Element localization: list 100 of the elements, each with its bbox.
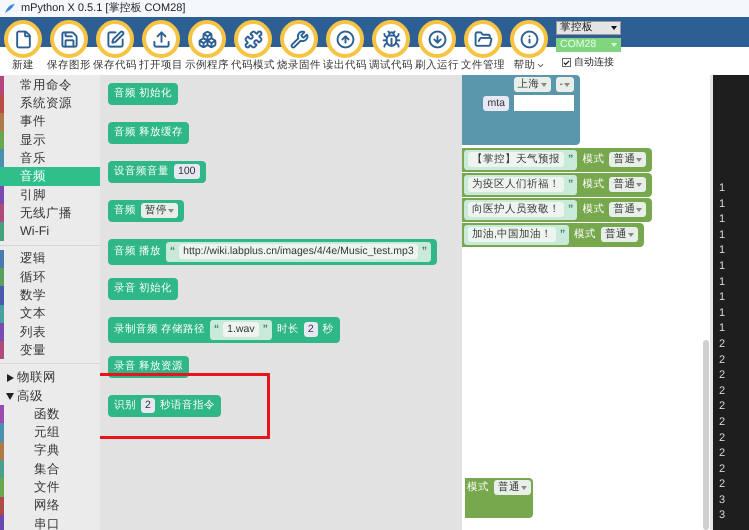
block-label: 模式 <box>574 227 596 242</box>
tree-folder-item[interactable]: 高级 <box>0 386 100 406</box>
category-item[interactable]: 变量 <box>0 341 100 360</box>
category-item[interactable]: 文本 <box>0 304 100 323</box>
category-item[interactable]: 集合 <box>0 460 100 478</box>
code-block[interactable]: 音频 播放 “ http://wiki.labplus.cn/images/4/4e/Music_test.mp3 ” <box>108 239 437 265</box>
number-field[interactable]: 2 <box>141 398 155 414</box>
line-number: 1 <box>719 321 726 336</box>
line-number: 1 <box>719 290 726 306</box>
code-block[interactable]: 【掌控】天气预报 ” 模式 普通 <box>462 148 652 172</box>
category-item[interactable]: 列表 <box>0 322 100 342</box>
dropdown-field[interactable]: 普通 <box>494 480 531 496</box>
text-field[interactable]: 1.wav <box>223 322 259 338</box>
quote-mark: ” <box>262 322 268 337</box>
line-number: 2 <box>719 446 726 462</box>
quote-mark: “ <box>170 244 176 259</box>
category-item[interactable]: 常用命令 <box>0 76 100 94</box>
dropdown-field[interactable]: 普通 <box>609 202 646 218</box>
category-item[interactable]: 循环 <box>0 268 100 286</box>
category-item[interactable]: 网络 <box>0 496 100 515</box>
block-label: 录音 释放资源 <box>114 359 183 374</box>
line-number: 1 <box>719 212 726 228</box>
number-field[interactable]: 100 <box>174 164 200 180</box>
category-item[interactable]: Wi-Fi <box>0 222 100 241</box>
quote-mark: ” <box>568 202 574 217</box>
puzzle-piece-icon <box>244 30 262 48</box>
line-number: 1 <box>719 243 726 258</box>
line-number: 2 <box>719 462 726 477</box>
text-field[interactable]: http://wiki.labplus.cn/images/4/4e/Music_test.mp3 <box>179 244 418 260</box>
block-label: 模式 <box>582 177 604 192</box>
dropdown-arrow-icon <box>611 26 617 30</box>
category-item[interactable]: 函数 <box>0 405 100 424</box>
number-field[interactable]: mta <box>483 96 509 110</box>
number-field[interactable]: 2 <box>304 322 318 338</box>
block-label: 设音频音量 <box>114 164 169 179</box>
scrollbar[interactable] <box>703 340 709 530</box>
category-item[interactable]: 引脚 <box>0 186 100 204</box>
line-number: 1 <box>719 274 726 290</box>
text-field[interactable]: 【掌控】天气预报 <box>468 152 564 168</box>
quote-mark: ” <box>560 227 566 242</box>
category-item[interactable]: 音乐 <box>0 149 100 168</box>
folder-icon <box>474 30 492 48</box>
dropdown-field[interactable]: 普通 <box>609 177 646 192</box>
line-number: 2 <box>719 368 726 384</box>
caret-icon <box>636 208 642 212</box>
board-select[interactable]: 掌控板 <box>556 21 621 35</box>
code-block[interactable]: 加油,中国加油！ ” 模式 普通 <box>462 223 644 247</box>
caret-icon <box>636 158 642 162</box>
dropdown-field[interactable]: 上海 <box>514 77 550 92</box>
line-number: 2 <box>719 414 726 430</box>
dropdown-field[interactable]: 普通 <box>601 227 638 242</box>
tree-folder-item[interactable]: 物联网 <box>0 368 100 387</box>
block-label: 录制音频 存储路径 <box>114 322 205 337</box>
code-block[interactable]: 为疫区人们祈福！ ” 模式 普通 <box>462 173 652 197</box>
category-item[interactable]: 事件 <box>0 112 100 131</box>
block-label: 秒 <box>322 322 334 337</box>
line-number: 2 <box>719 384 726 399</box>
caret-icon <box>540 82 546 86</box>
category-item[interactable]: 文件 <box>0 478 100 497</box>
block-label: 时长 <box>276 322 299 337</box>
checkbox[interactable] <box>562 58 571 67</box>
line-number: 1 <box>719 306 726 321</box>
text-field[interactable]: 加油,中国加油！ <box>468 227 556 242</box>
dropdown-field[interactable]: 普通 <box>609 152 646 168</box>
upload-icon <box>152 30 170 48</box>
line-number: 2 <box>719 352 726 368</box>
category-item[interactable]: 显示 <box>0 130 100 150</box>
code-block[interactable]: 模式 普通 <box>465 478 533 518</box>
category-item[interactable]: 逻辑 <box>0 250 100 268</box>
code-block[interactable]: 上海 - mta <box>462 75 580 145</box>
window-title: mPython X 0.5.1 [掌控板 COM28] <box>21 1 186 16</box>
dropdown-arrow-icon <box>611 43 617 47</box>
caret-icon <box>628 232 634 237</box>
code-block[interactable]: 录制音频 存储路径 “ 1.wav ” 时长 2 秒 <box>108 317 340 343</box>
category-item[interactable]: 元组 <box>0 423 100 442</box>
category-item[interactable]: 系统资源 <box>0 94 100 113</box>
dropdown-field[interactable]: - <box>556 77 574 92</box>
text-field[interactable]: 为疫区人们祈福！ <box>468 177 564 192</box>
line-number: 3 <box>719 508 726 524</box>
code-block[interactable]: 设音频音量 100 <box>108 161 206 183</box>
save-icon <box>60 30 78 48</box>
code-block[interactable]: 向医护人员致敬！ ” 模式 普通 <box>462 198 652 222</box>
wrench-icon <box>290 30 308 48</box>
block-label: 音频 释放缓存 <box>114 125 183 140</box>
quote-mark: ” <box>422 244 427 259</box>
check-icon <box>563 58 570 66</box>
caret-icon <box>636 182 642 187</box>
category-item[interactable]: 数学 <box>0 286 100 305</box>
code-block[interactable]: 音频 暂停 <box>108 200 184 222</box>
text-field[interactable]: 向医护人员致敬！ <box>468 202 564 218</box>
caret-icon <box>564 82 570 86</box>
quote-mark: ” <box>568 152 574 167</box>
dropdown-field[interactable]: 暂停 <box>141 203 178 218</box>
block-label: 秒语音指令 <box>160 398 215 413</box>
line-number: 1 <box>719 258 726 274</box>
arrow-down-circle-icon <box>428 30 446 48</box>
code-block[interactable]: 识别 2 秒语音指令 <box>108 395 221 417</box>
category-item[interactable]: 串口 <box>0 514 100 530</box>
category-item[interactable]: 字典 <box>0 442 100 460</box>
category-item[interactable]: 无线广播 <box>0 204 100 222</box>
